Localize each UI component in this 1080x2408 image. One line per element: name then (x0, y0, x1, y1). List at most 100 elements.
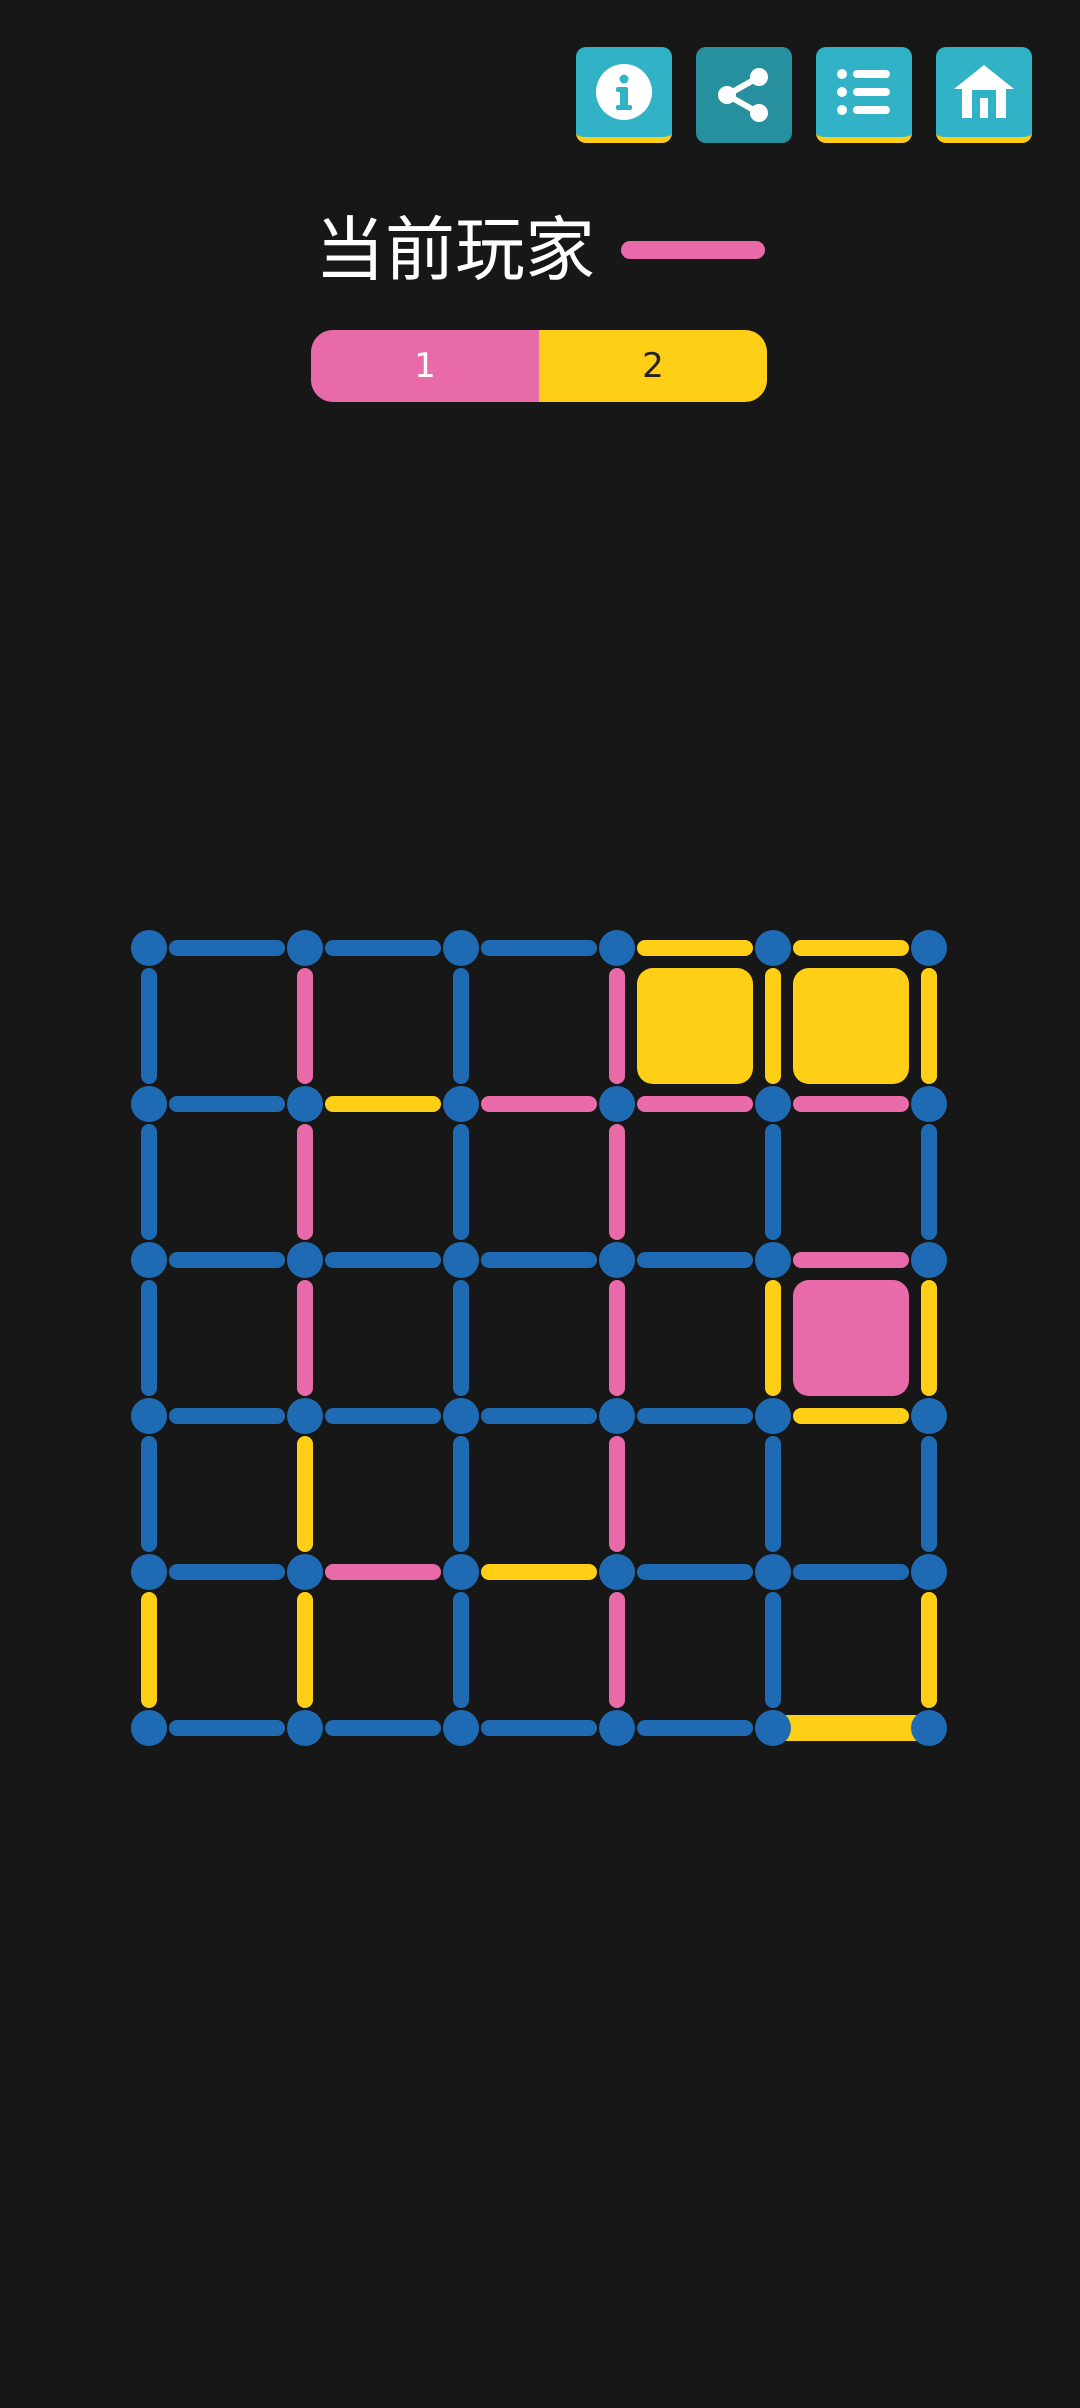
grid-dot (131, 1554, 167, 1590)
grid-dot (287, 1710, 323, 1746)
grid-dot (131, 1398, 167, 1434)
grid-dot (599, 930, 635, 966)
grid-dot (599, 1710, 635, 1746)
grid-dot (443, 1398, 479, 1434)
grid-dot (131, 1710, 167, 1746)
vertical-line[interactable] (609, 1436, 625, 1552)
horizontal-line[interactable] (169, 1720, 285, 1736)
grid-dot (131, 1086, 167, 1122)
grid-dot (755, 1710, 791, 1746)
horizontal-line[interactable] (637, 1720, 753, 1736)
share-icon (718, 68, 768, 122)
horizontal-line[interactable] (793, 940, 909, 956)
vertical-line[interactable] (297, 1280, 313, 1396)
vertical-line[interactable] (453, 968, 469, 1084)
vertical-line[interactable] (765, 1124, 781, 1240)
horizontal-line[interactable] (481, 1564, 597, 1580)
info-button[interactable] (576, 47, 672, 143)
yellow-score: 2 (539, 330, 767, 402)
vertical-line[interactable] (765, 1436, 781, 1552)
horizontal-line[interactable] (481, 1252, 597, 1268)
vertical-line[interactable] (453, 1436, 469, 1552)
grid-dot (287, 1554, 323, 1590)
horizontal-line[interactable] (481, 1720, 597, 1736)
vertical-line[interactable] (921, 1592, 937, 1708)
vertical-line[interactable] (297, 1592, 313, 1708)
horizontal-line[interactable] (325, 1252, 441, 1268)
vertical-line[interactable] (453, 1592, 469, 1708)
vertical-line[interactable] (609, 1124, 625, 1240)
vertical-line[interactable] (765, 1280, 781, 1396)
toolbar (576, 47, 1032, 143)
vertical-line[interactable] (297, 1124, 313, 1240)
horizontal-line[interactable] (325, 1564, 441, 1580)
vertical-line[interactable] (297, 1436, 313, 1552)
vertical-line[interactable] (609, 1592, 625, 1708)
grid-dot (911, 1710, 947, 1746)
horizontal-line[interactable] (481, 940, 597, 956)
vertical-line[interactable] (141, 1280, 157, 1396)
grid-dot (911, 1398, 947, 1434)
vertical-line[interactable] (453, 1124, 469, 1240)
grid-dot (755, 1398, 791, 1434)
horizontal-line[interactable] (793, 1252, 909, 1268)
captured-box-yellow (637, 968, 753, 1084)
horizontal-line[interactable] (637, 1252, 753, 1268)
grid-dot (443, 1554, 479, 1590)
vertical-line[interactable] (141, 1592, 157, 1708)
horizontal-line[interactable] (793, 1408, 909, 1424)
horizontal-line[interactable] (169, 1408, 285, 1424)
horizontal-line[interactable] (169, 1564, 285, 1580)
vertical-line[interactable] (297, 968, 313, 1084)
horizontal-line[interactable] (793, 1096, 909, 1112)
vertical-line[interactable] (609, 968, 625, 1084)
horizontal-line[interactable] (481, 1096, 597, 1112)
vertical-line[interactable] (453, 1280, 469, 1396)
list-button[interactable] (816, 47, 912, 143)
vertical-line[interactable] (141, 968, 157, 1084)
vertical-line[interactable] (765, 1592, 781, 1708)
horizontal-line[interactable] (169, 1096, 285, 1112)
vertical-line[interactable] (141, 1124, 157, 1240)
current-player-indicator: 当前玩家 (0, 205, 1080, 295)
horizontal-line[interactable] (637, 1408, 753, 1424)
grid-dot (287, 930, 323, 966)
horizontal-line[interactable] (169, 1252, 285, 1268)
horizontal-line[interactable] (793, 1564, 909, 1580)
horizontal-line[interactable] (325, 1720, 441, 1736)
grid-dot (443, 1242, 479, 1278)
home-button[interactable] (936, 47, 1032, 143)
vertical-line[interactable] (609, 1280, 625, 1396)
horizontal-line[interactable] (637, 1096, 753, 1112)
horizontal-line[interactable] (169, 940, 285, 956)
home-icon (954, 65, 1014, 118)
grid-dot (755, 1554, 791, 1590)
current-player-label: 当前玩家 (315, 209, 595, 291)
grid-dot (911, 1554, 947, 1590)
vertical-line[interactable] (921, 1280, 937, 1396)
score-bar: 1 2 (311, 330, 767, 402)
horizontal-line[interactable] (325, 940, 441, 956)
grid-dot (755, 1086, 791, 1122)
grid-dot (755, 930, 791, 966)
captured-box-yellow (793, 968, 909, 1084)
grid-dot (755, 1242, 791, 1278)
horizontal-line[interactable] (325, 1408, 441, 1424)
vertical-line[interactable] (141, 1436, 157, 1552)
grid-dot (911, 1086, 947, 1122)
grid-dot (287, 1242, 323, 1278)
horizontal-line[interactable] (325, 1096, 441, 1112)
vertical-line[interactable] (765, 968, 781, 1084)
grid-dot (443, 930, 479, 966)
grid-dot (131, 930, 167, 966)
horizontal-line[interactable] (481, 1408, 597, 1424)
horizontal-line[interactable] (637, 940, 753, 956)
vertical-line[interactable] (921, 1124, 937, 1240)
horizontal-line[interactable] (637, 1564, 753, 1580)
vertical-line[interactable] (921, 1436, 937, 1552)
vertical-line[interactable] (921, 968, 937, 1084)
grid-dot (287, 1086, 323, 1122)
horizontal-line[interactable] (773, 1715, 929, 1741)
share-button[interactable] (696, 47, 792, 143)
grid-dot (131, 1242, 167, 1278)
